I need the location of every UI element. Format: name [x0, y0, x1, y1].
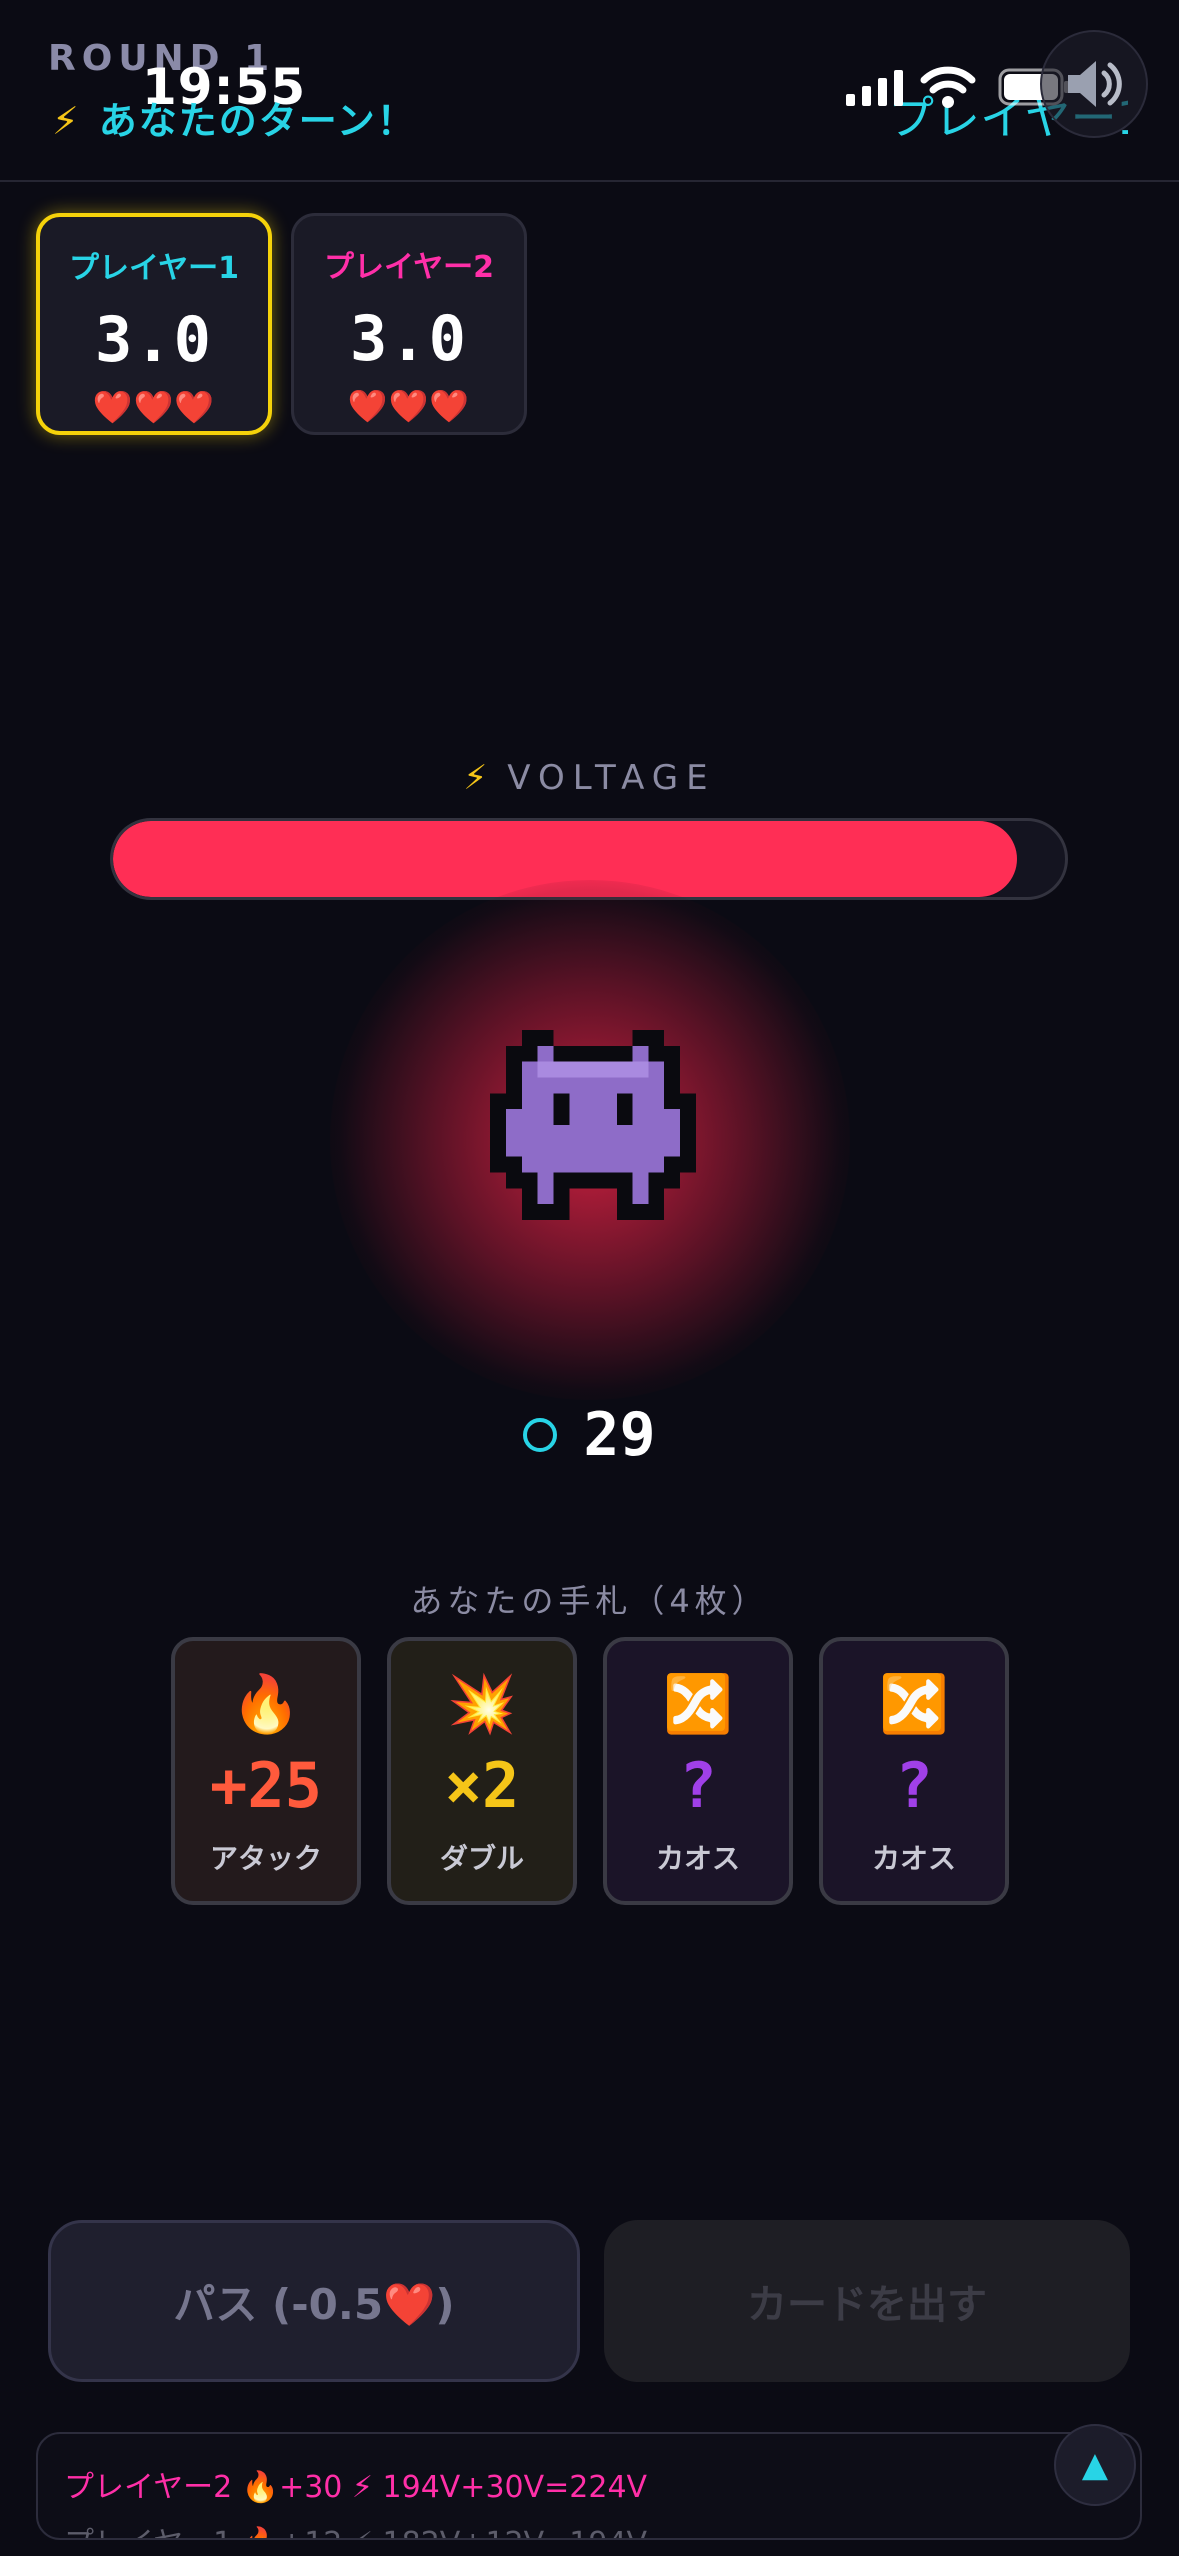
voltage-label: ⚡ VOLTAGE: [0, 758, 1179, 798]
card-value: ×2: [444, 1749, 520, 1822]
hand-card-chaos[interactable]: 🔀 ? カオス: [603, 1637, 793, 1905]
card-name: ダブル: [439, 1842, 524, 1875]
ring-icon: [523, 1418, 558, 1452]
chevron-up-icon: ▲: [1081, 2445, 1109, 2485]
wifi-icon: [920, 66, 976, 108]
hand-card-double[interactable]: 💥 ×2 ダブル: [387, 1637, 577, 1905]
hand-label: あなたの手札（4枚）: [410, 1582, 769, 1620]
sound-button[interactable]: [1040, 30, 1148, 138]
player-lives: ❤️❤️❤️: [347, 387, 471, 425]
card-name: カオス: [871, 1842, 956, 1875]
speaker-icon: [1068, 61, 1122, 107]
card-name: アタック: [209, 1842, 322, 1875]
shuffle-icon: 🔀: [663, 1672, 733, 1737]
explosion-icon: 💥: [447, 1672, 517, 1737]
play-card-button[interactable]: カードを出す: [604, 2220, 1130, 2382]
voltage-label-text: VOLTAGE: [507, 758, 716, 798]
counter-value: 29: [583, 1400, 656, 1470]
turn-banner-text: あなたのターン！: [98, 99, 417, 143]
log-entry: プレイヤー1 🔥+12 ⚡ 182V+12V=194V: [64, 2518, 647, 2538]
player-card-2: プレイヤー2 3.0 ❤️❤️❤️: [291, 213, 527, 435]
lightning-icon: ⚡: [463, 758, 488, 798]
header-divider: [0, 180, 1179, 182]
player-name: プレイヤー1: [69, 251, 239, 286]
player-card-1: プレイヤー1 3.0 ❤️❤️❤️: [36, 213, 272, 435]
player-score: 3.0: [95, 303, 213, 376]
card-name: カオス: [655, 1842, 740, 1875]
space-invader-icon: [490, 1030, 696, 1220]
log-entry: プレイヤー2 🔥+30 ⚡ 194V+30V=224V: [64, 2470, 648, 2505]
player-score: 3.0: [350, 302, 468, 375]
game-log: プレイヤー2 🔥+30 ⚡ 194V+30V=224V プレイヤー1 🔥+12 …: [36, 2432, 1142, 2540]
shuffle-icon: 🔀: [879, 1672, 949, 1737]
expand-log-button[interactable]: ▲: [1054, 2424, 1136, 2506]
hand-card-attack[interactable]: 🔥 +25 アタック: [171, 1637, 361, 1905]
lightning-icon: ⚡: [52, 99, 81, 143]
fire-icon: 🔥: [231, 1672, 301, 1737]
player-name: プレイヤー2: [324, 250, 494, 285]
counter: 29: [0, 1400, 1179, 1470]
hand-card-chaos[interactable]: 🔀 ? カオス: [819, 1637, 1009, 1905]
pass-button[interactable]: パス (-0.5❤️): [48, 2220, 580, 2382]
card-value: ?: [679, 1749, 717, 1822]
player-lives: ❤️❤️❤️: [92, 388, 216, 426]
card-value: ?: [895, 1749, 933, 1822]
signal-icon: [846, 70, 903, 106]
card-value: +25: [210, 1749, 322, 1822]
turn-banner: ⚡ あなたのターン！: [52, 90, 417, 145]
